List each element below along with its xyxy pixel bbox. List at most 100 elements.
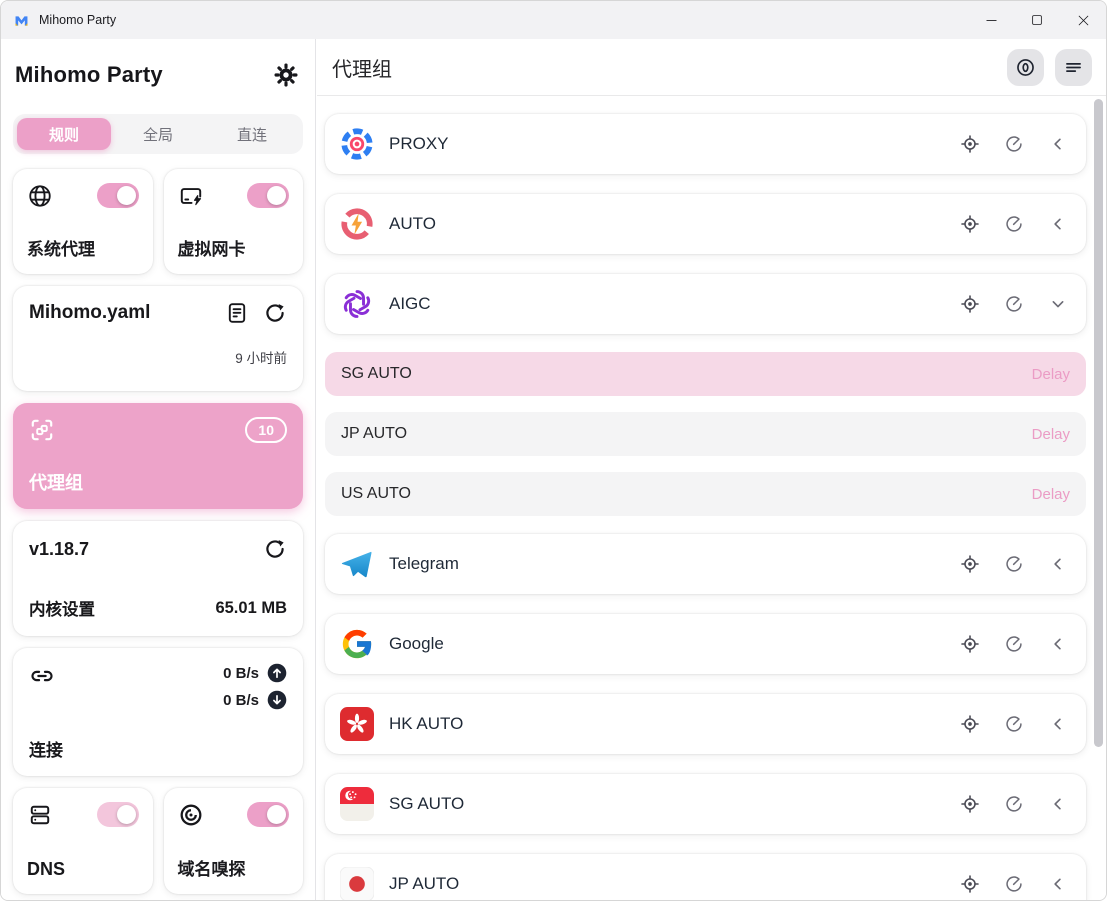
- gear-icon[interactable]: [273, 62, 299, 88]
- dns-label: DNS: [27, 859, 139, 880]
- profile-card[interactable]: Mihomo.yaml 9 小时前: [13, 286, 303, 391]
- profile-updated: 9 小时前: [29, 347, 287, 367]
- group-row-aigc[interactable]: AIGC: [325, 274, 1086, 334]
- core-version: v1.18.7: [29, 539, 89, 560]
- tun-card[interactable]: 虚拟网卡: [164, 169, 304, 274]
- download-speed: 0 B/s: [223, 692, 259, 709]
- window-controls: [968, 1, 1106, 39]
- group-row-google[interactable]: Google: [325, 614, 1086, 674]
- app-logo-icon: [13, 12, 30, 29]
- locate-icon[interactable]: [960, 634, 980, 654]
- proxy-logo-icon: [340, 127, 374, 161]
- speedtest-icon[interactable]: [1004, 714, 1024, 734]
- app-title: Mihomo Party: [15, 62, 163, 88]
- telegram-logo-icon: [340, 547, 374, 581]
- locate-icon[interactable]: [960, 294, 980, 314]
- speedtest-icon[interactable]: [1004, 634, 1024, 654]
- close-button[interactable]: [1060, 1, 1106, 39]
- locate-icon[interactable]: [960, 874, 980, 894]
- proxy-groups-nav-card[interactable]: 10 代理组: [13, 403, 303, 509]
- google-logo-icon: [340, 627, 374, 661]
- locate-icon[interactable]: [960, 134, 980, 154]
- group-row-telegram[interactable]: Telegram: [325, 534, 1086, 594]
- group-row-sg-auto[interactable]: SG AUTO: [325, 774, 1086, 834]
- profile-name: Mihomo.yaml: [29, 302, 225, 324]
- core-memory: 65.01 MB: [215, 599, 287, 618]
- window-title: Mihomo Party: [39, 13, 968, 27]
- system-proxy-label: 系统代理: [27, 235, 139, 260]
- dns-toggle[interactable]: [97, 802, 139, 827]
- group-row-hk-auto[interactable]: HK AUTO: [325, 694, 1086, 754]
- upload-arrow-icon: [267, 663, 287, 683]
- proxy-node-name: JP AUTO: [341, 425, 407, 443]
- chevron-left-icon[interactable]: [1048, 794, 1068, 814]
- upload-speed: 0 B/s: [223, 665, 259, 682]
- system-proxy-card[interactable]: 系统代理: [13, 169, 153, 274]
- proxy-groups-nav-label: 代理组: [29, 469, 287, 495]
- file-text-icon[interactable]: [225, 301, 249, 325]
- proxy-group-list: PROXY AUTO: [317, 96, 1106, 901]
- sniff-toggle[interactable]: [247, 802, 289, 827]
- chevron-down-icon[interactable]: [1048, 294, 1068, 314]
- scrollbar[interactable]: [1094, 99, 1104, 747]
- speedtest-icon[interactable]: [1004, 794, 1024, 814]
- group-row-auto[interactable]: AUTO: [325, 194, 1086, 254]
- delay-sort-button[interactable]: [1007, 49, 1044, 86]
- chevron-left-icon[interactable]: [1048, 634, 1068, 654]
- locate-icon[interactable]: [960, 554, 980, 574]
- sniff-card[interactable]: 域名嗅探: [164, 788, 304, 894]
- proxy-node-row[interactable]: US AUTO Delay: [325, 472, 1086, 516]
- speedtest-icon[interactable]: [1004, 554, 1024, 574]
- dns-card[interactable]: DNS: [13, 788, 153, 894]
- tab-rule[interactable]: 规则: [17, 118, 111, 150]
- titlebar[interactable]: Mihomo Party: [1, 1, 1106, 39]
- sg-flag-icon: [340, 787, 374, 821]
- proxy-node-row[interactable]: SG AUTO Delay: [325, 352, 1086, 396]
- scrollbar-thumb[interactable]: [1094, 99, 1103, 747]
- locate-icon[interactable]: [960, 714, 980, 734]
- proxy-node-name: US AUTO: [341, 485, 411, 503]
- download-arrow-icon: [267, 690, 287, 710]
- main-header: 代理组: [317, 39, 1106, 96]
- server-icon: [27, 802, 53, 828]
- locate-icon[interactable]: [960, 794, 980, 814]
- group-name: JP AUTO: [389, 874, 960, 894]
- delay-button[interactable]: Delay: [1032, 486, 1070, 503]
- core-refresh-icon[interactable]: [263, 537, 287, 561]
- speedtest-icon[interactable]: [1004, 874, 1024, 894]
- proxy-node-row[interactable]: JP AUTO Delay: [325, 412, 1086, 456]
- system-proxy-toggle[interactable]: [97, 183, 139, 208]
- locate-icon[interactable]: [960, 214, 980, 234]
- list-view-button[interactable]: [1055, 49, 1092, 86]
- hk-flag-icon: [340, 707, 374, 741]
- delay-button[interactable]: Delay: [1032, 366, 1070, 383]
- main-panel: 代理组: [317, 39, 1106, 900]
- chevron-left-icon[interactable]: [1048, 134, 1068, 154]
- jp-flag-icon: [340, 867, 374, 901]
- tab-direct[interactable]: 直连: [205, 118, 299, 150]
- tab-global[interactable]: 全局: [111, 118, 205, 150]
- speedtest-icon[interactable]: [1004, 134, 1024, 154]
- minimize-button[interactable]: [968, 1, 1014, 39]
- group-row-jp-auto[interactable]: JP AUTO: [325, 854, 1086, 901]
- group-name: AUTO: [389, 214, 960, 234]
- maximize-button[interactable]: [1014, 1, 1060, 39]
- tun-toggle[interactable]: [247, 183, 289, 208]
- proxy-node-name: SG AUTO: [341, 365, 412, 383]
- speedtest-icon[interactable]: [1004, 294, 1024, 314]
- group-row-proxy[interactable]: PROXY: [325, 114, 1086, 174]
- group-name: Google: [389, 634, 960, 654]
- chevron-left-icon[interactable]: [1048, 554, 1068, 574]
- chevron-left-icon[interactable]: [1048, 214, 1068, 234]
- core-card[interactable]: v1.18.7 内核设置 65.01 MB: [13, 521, 303, 636]
- delay-button[interactable]: Delay: [1032, 426, 1070, 443]
- lightning-logo-icon: [340, 207, 374, 241]
- refresh-icon[interactable]: [263, 301, 287, 325]
- chevron-left-icon[interactable]: [1048, 874, 1068, 894]
- connections-card[interactable]: 0 B/s 0 B/s 连接: [13, 648, 303, 776]
- app-window: Mihomo Party Mihomo Party: [0, 0, 1107, 901]
- group-name: HK AUTO: [389, 714, 960, 734]
- chevron-left-icon[interactable]: [1048, 714, 1068, 734]
- speedtest-icon[interactable]: [1004, 214, 1024, 234]
- globe-icon: [27, 183, 53, 209]
